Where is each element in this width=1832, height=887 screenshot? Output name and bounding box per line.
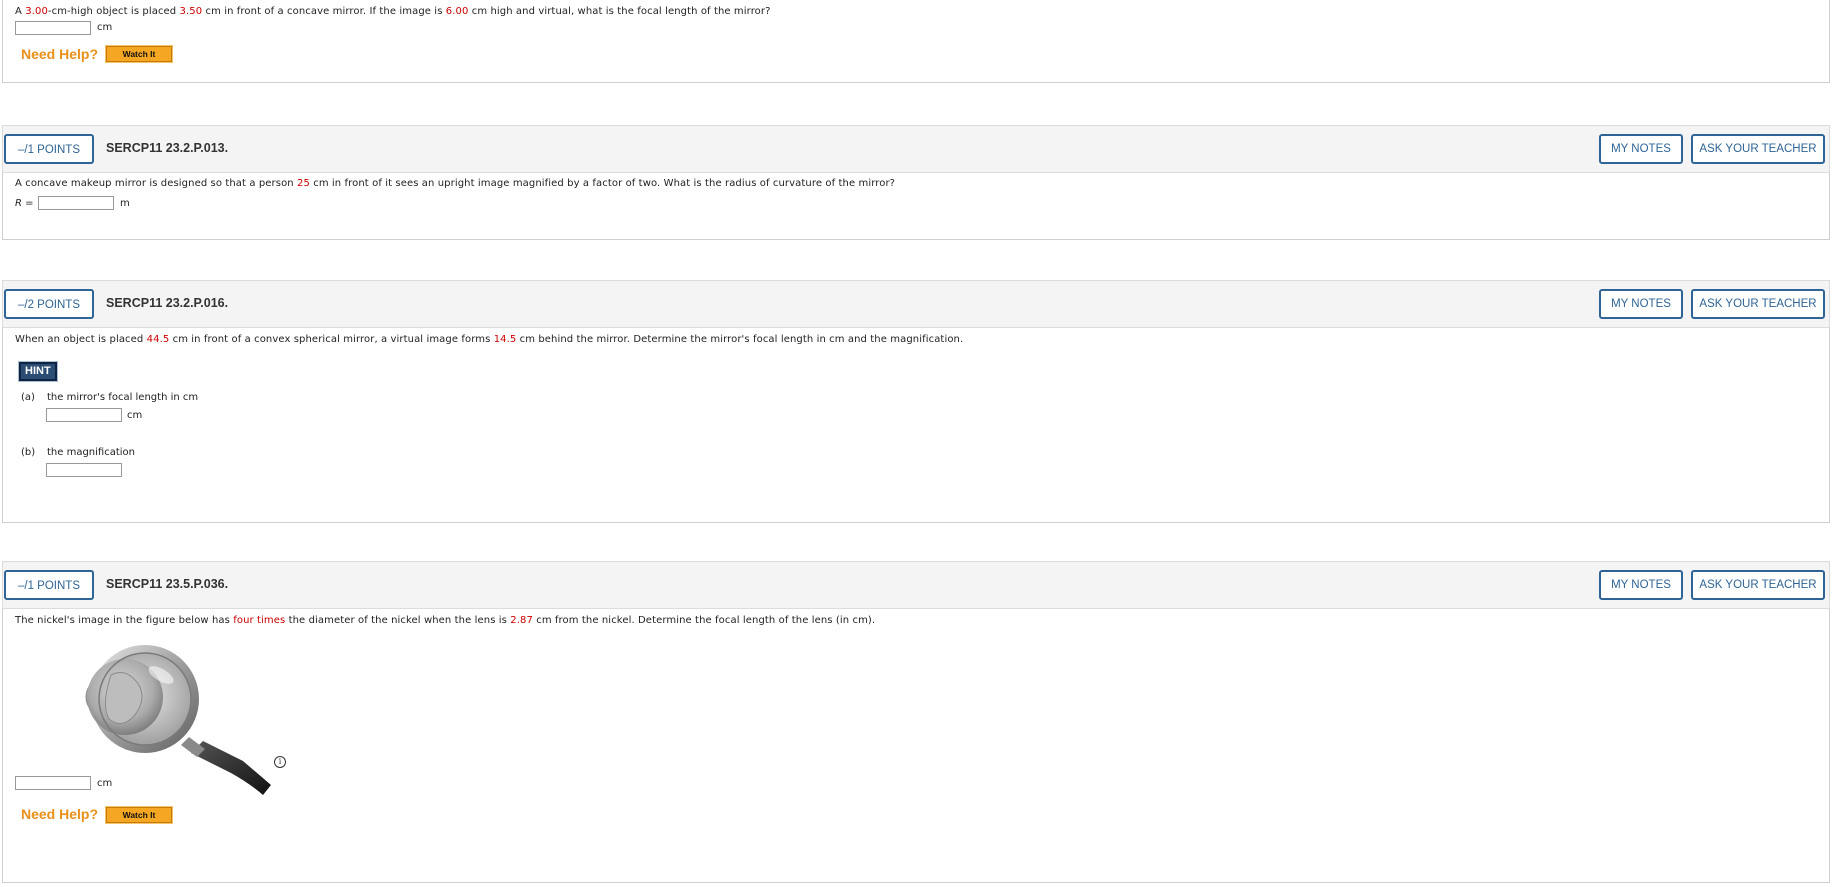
points-button[interactable]: –/1 POINTS [4, 134, 94, 164]
question-card-0: A 3.00-cm-high object is placed 3.50 cm … [2, 0, 1830, 83]
points-button[interactable]: –/1 POINTS [4, 570, 94, 600]
hint-button[interactable]: HINT [18, 361, 58, 382]
answer-input[interactable] [15, 776, 91, 790]
given-value: 14.5 [493, 334, 517, 345]
radius-input[interactable] [38, 196, 114, 210]
question-id: SERCP11 23.2.P.016. [106, 296, 229, 310]
answer-input[interactable] [15, 21, 91, 35]
question-card-2: –/2 POINTS SERCP11 23.2.P.016. MY NOTES … [2, 280, 1830, 523]
watch-it-button[interactable]: Watch It [105, 806, 173, 824]
question-header: –/1 POINTS SERCP11 23.2.P.013. MY NOTES … [2, 125, 1830, 173]
points-button[interactable]: –/2 POINTS [4, 289, 94, 319]
question-body: When an object is placed 44.5 cm in fron… [2, 328, 1830, 523]
question-text: A concave makeup mirror is designed so t… [15, 178, 896, 189]
given-value: 25 [297, 178, 310, 189]
question-text: A 3.00-cm-high object is placed 3.50 cm … [15, 6, 771, 17]
my-notes-button[interactable]: MY NOTES [1599, 289, 1683, 319]
given-value: 6.00 [445, 6, 469, 17]
need-help-label: Need Help? [21, 806, 99, 822]
answer-unit: cm [97, 22, 113, 33]
focal-length-input[interactable] [46, 408, 122, 422]
question-body: A concave makeup mirror is designed so t… [2, 173, 1830, 240]
part-a-label: (a) [21, 392, 35, 403]
given-value: 44.5 [146, 334, 170, 345]
question-id: SERCP11 23.5.P.036. [106, 577, 229, 591]
given-value: 3.50 [179, 6, 203, 17]
question-body: A 3.00-cm-high object is placed 3.50 cm … [2, 0, 1830, 83]
question-id: SERCP11 23.2.P.013. [106, 141, 229, 155]
question-header: –/2 POINTS SERCP11 23.2.P.016. MY NOTES … [2, 280, 1830, 328]
answer-label: R = [15, 198, 34, 209]
my-notes-button[interactable]: MY NOTES [1599, 570, 1683, 600]
answer-unit: cm [97, 778, 113, 789]
magnifier-nickel-figure [85, 645, 271, 795]
my-notes-button[interactable]: MY NOTES [1599, 134, 1683, 164]
part-b-label: (b) [21, 447, 36, 458]
question-text: The nickel's image in the figure below h… [15, 615, 876, 626]
question-body: The nickel's image in the figure below h… [2, 609, 1830, 883]
given-value: 2.87 [510, 615, 533, 626]
ask-your-teacher-button[interactable]: ASK YOUR TEACHER [1691, 570, 1825, 600]
answer-unit: m [120, 198, 130, 209]
given-value: 3.00 [25, 6, 48, 17]
watch-it-button[interactable]: Watch It [105, 45, 173, 63]
question-card-3: –/1 POINTS SERCP11 23.5.P.036. MY NOTES … [2, 561, 1830, 883]
magnification-input[interactable] [46, 463, 122, 477]
given-value: four times [233, 615, 286, 626]
part-b-text: the magnification [47, 447, 136, 458]
need-help-label: Need Help? [21, 46, 99, 62]
ask-your-teacher-button[interactable]: ASK YOUR TEACHER [1691, 289, 1825, 319]
info-icon[interactable]: i [274, 756, 286, 768]
part-a-unit: cm [127, 410, 143, 421]
question-text: When an object is placed 44.5 cm in fron… [15, 334, 964, 345]
question-header: –/1 POINTS SERCP11 23.5.P.036. MY NOTES … [2, 561, 1830, 609]
question-card-1: –/1 POINTS SERCP11 23.2.P.013. MY NOTES … [2, 125, 1830, 240]
part-a-text: the mirror's focal length in cm [47, 392, 199, 403]
ask-your-teacher-button[interactable]: ASK YOUR TEACHER [1691, 134, 1825, 164]
